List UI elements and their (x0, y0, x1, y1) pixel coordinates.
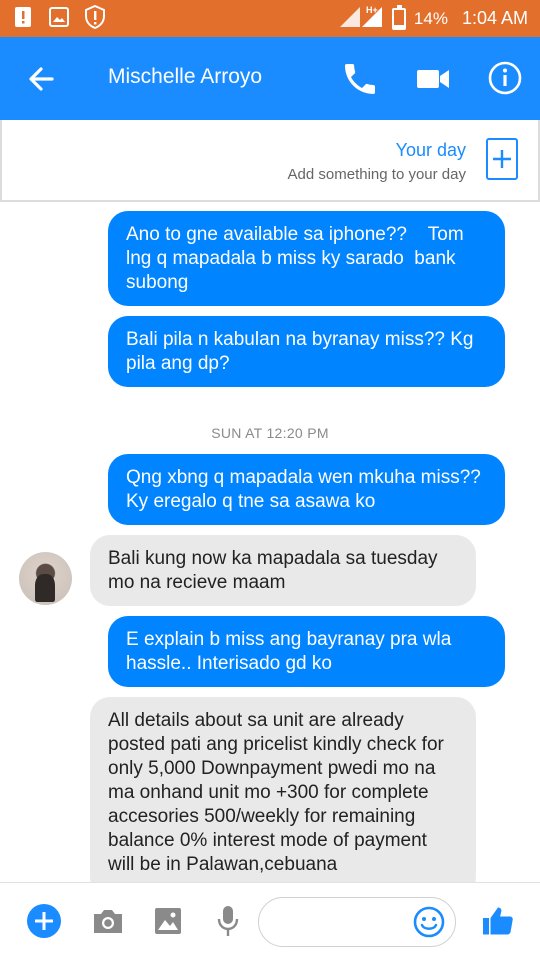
battery-percent: 14% (413, 8, 448, 28)
gallery-button[interactable] (150, 903, 186, 939)
message-composer (0, 882, 540, 960)
message-incoming[interactable]: Bali kung now ka mapadala sa tuesday mo … (90, 535, 476, 606)
phone-icon (345, 64, 375, 94)
status-bar: H+ 14% 1:04 AM (0, 0, 540, 37)
more-actions-button[interactable] (26, 903, 62, 939)
add-circle-icon (27, 904, 61, 938)
like-button[interactable] (480, 903, 516, 939)
message-outgoing[interactable]: Ano to gne available sa iphone?? Tom lng… (108, 211, 505, 306)
video-call-button[interactable] (414, 61, 452, 97)
contact-name[interactable]: Mischelle Arroyo (108, 65, 262, 89)
add-to-day-button[interactable] (486, 138, 518, 180)
network-type: H+ (366, 5, 378, 15)
message-outgoing[interactable]: Bali pila n kabulan na byranay miss?? Kg… (108, 316, 505, 387)
plus-icon (493, 150, 511, 168)
shield-alert-icon (84, 5, 106, 29)
conversation-header: Mischelle Arroyo (0, 37, 540, 120)
message-timestamp: SUN AT 12:20 PM (211, 425, 329, 441)
back-button[interactable] (22, 61, 62, 97)
message-outgoing[interactable]: E explain b miss ang bayranay pra wla ha… (108, 616, 505, 687)
gallery-icon (155, 908, 181, 934)
emoji-icon (413, 906, 445, 938)
alert-icon (12, 5, 34, 29)
voice-message-button[interactable] (210, 903, 246, 939)
contact-avatar[interactable] (19, 552, 72, 605)
battery-icon (391, 4, 406, 30)
camera-icon (94, 910, 122, 933)
message-incoming[interactable]: All details about sa unit are already po… (90, 697, 476, 897)
signal-icon: H+ (338, 3, 384, 34)
voice-call-button[interactable] (340, 59, 380, 99)
conversation-info-button[interactable] (486, 59, 524, 97)
your-day-title[interactable]: Your day (396, 140, 466, 161)
image-icon (48, 5, 70, 29)
emoji-button[interactable] (412, 905, 446, 939)
message-outgoing[interactable]: Qng xbng q mapadala wen mkuha miss?? Ky … (108, 454, 505, 525)
your-day-subtitle: Add something to your day (287, 166, 466, 183)
microphone-icon (217, 906, 239, 936)
clock: 1:04 AM (461, 8, 528, 28)
video-camera-icon (417, 70, 449, 88)
your-day-banner[interactable]: Your day Add something to your day (0, 120, 540, 202)
camera-button[interactable] (90, 903, 126, 939)
back-arrow-icon (29, 67, 54, 91)
info-icon (488, 61, 522, 95)
thumbs-up-icon (483, 907, 513, 935)
